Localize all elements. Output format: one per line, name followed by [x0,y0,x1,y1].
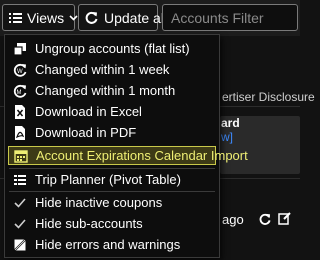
menu-separator [9,191,215,192]
menu-item-label: Account Expirations Calendar Import [36,148,248,163]
menu-item-download-pdf[interactable]: Download in PDF [8,123,216,142]
menu-separator [9,168,215,169]
refresh-icon [85,11,98,24]
update-all-label: Update all [104,9,168,26]
menu-item-label: Hide inactive coupons [35,195,163,210]
refresh-week-icon: W [13,63,27,77]
toolbar: Views Update all [0,0,300,36]
ungroup-icon [13,42,27,56]
update-all-button[interactable]: Update all [78,4,167,31]
menu-item-label: Download in Excel [35,104,142,119]
excel-file-icon [13,104,27,119]
advertiser-disclosure-link[interactable]: ertiser Disclosure [222,90,315,104]
menu-item-hide-errors[interactable]: Hide errors and warnings [8,235,216,254]
card-name-fragment: ard [221,116,240,130]
errors-hidden-icon [13,237,27,252]
menu-item-label: Ungroup accounts (flat list) [35,41,190,56]
pivot-table-icon [13,173,27,187]
refresh-icon[interactable] [259,213,271,225]
menu-item-label: Trip Planner (Pivot Table) [35,172,181,187]
list-icon [9,12,22,24]
menu-item-label: Hide errors and warnings [35,237,181,252]
row-time-fragment: ago [222,212,244,227]
menu-item-trip-planner[interactable]: Trip Planner (Pivot Table) [8,170,216,189]
svg-text:M: M [17,90,22,96]
check-icon [13,217,27,231]
menu-item-ungroup-accounts[interactable]: Ungroup accounts (flat list) [8,39,216,58]
menu-item-label: Hide sub-accounts [35,216,143,231]
calendar-icon [14,149,28,163]
chevron-down-icon [69,14,78,21]
menu-item-hide-sub-accounts[interactable]: Hide sub-accounts [8,214,216,233]
refresh-month-icon: M [13,84,27,98]
check-icon [13,196,27,210]
menu-item-calendar-import[interactable]: Account Expirations Calendar Import [8,146,248,165]
svg-text:W: W [17,69,23,75]
menu-item-changed-month[interactable]: M Changed within 1 month [8,81,216,100]
menu-item-label: Download in PDF [35,125,137,140]
views-button-label: Views [27,9,65,26]
edit-icon[interactable] [278,212,291,225]
accounts-filter-input[interactable] [162,4,298,31]
menu-item-label: Changed within 1 week [35,62,170,77]
menu-item-changed-week[interactable]: W Changed within 1 week [8,60,216,79]
card-link-fragment[interactable]: w] [221,130,233,144]
menu-item-hide-inactive-coupons[interactable]: Hide inactive coupons [8,193,216,212]
views-dropdown-menu: Ungroup accounts (flat list) W Changed w… [4,34,248,258]
menu-item-label: Changed within 1 month [35,83,176,98]
pdf-file-icon [13,125,27,140]
views-button[interactable]: Views [2,4,78,31]
menu-item-download-excel[interactable]: Download in Excel [8,102,216,121]
